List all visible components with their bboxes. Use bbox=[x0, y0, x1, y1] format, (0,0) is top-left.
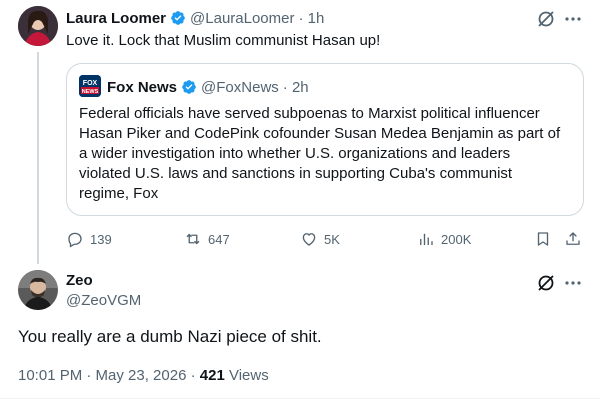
more-options-icon[interactable] bbox=[562, 8, 584, 30]
grok-icon[interactable] bbox=[535, 8, 557, 30]
verified-badge-icon bbox=[170, 10, 186, 26]
divider bbox=[0, 398, 600, 399]
quote-text-line: regime, Fox bbox=[79, 185, 159, 202]
author-name[interactable]: Zeo bbox=[66, 272, 93, 289]
views-button[interactable]: 200K bbox=[417, 229, 471, 249]
repost-icon bbox=[186, 233, 200, 245]
views-count: 421 bbox=[199, 367, 225, 384]
share-button[interactable] bbox=[563, 229, 583, 249]
author-handle[interactable]: @LauraLoomer bbox=[190, 10, 294, 27]
quote-text-line: Federal officials have served subpoenas … bbox=[79, 105, 540, 122]
avatar-zeo[interactable] bbox=[18, 270, 58, 310]
more-options-icon[interactable] bbox=[562, 272, 584, 294]
svg-text:NEWS: NEWS bbox=[82, 89, 99, 95]
avatar-laura-loomer[interactable] bbox=[18, 6, 58, 46]
bookmark-button[interactable] bbox=[533, 229, 553, 249]
views-count: 200K bbox=[441, 231, 472, 247]
quote-author-name[interactable]: Fox News bbox=[107, 79, 177, 96]
heart-icon bbox=[302, 233, 316, 246]
grok-icon[interactable] bbox=[535, 272, 557, 294]
thread-line bbox=[37, 52, 39, 264]
quote-text-line: a wider investigation into whether U.S. … bbox=[79, 145, 511, 162]
repost-button[interactable]: 647 bbox=[184, 229, 230, 249]
like-count: 5K bbox=[324, 231, 340, 247]
timestamp[interactable]: 10:01 PM · May 23, 2026 · bbox=[18, 367, 200, 384]
quote-author-handle[interactable]: @FoxNews bbox=[201, 79, 279, 96]
reply-icon bbox=[68, 232, 82, 248]
fox-news-logo: FOX NEWS bbox=[79, 75, 101, 97]
bookmark-icon bbox=[537, 232, 549, 246]
share-icon bbox=[566, 232, 580, 245]
reply-count: 139 bbox=[90, 231, 112, 247]
like-button[interactable]: 5K bbox=[300, 229, 340, 249]
tweet1-text: Love it. Lock that Muslim communist Hasa… bbox=[66, 32, 381, 49]
tweet-time[interactable]: · 1h bbox=[298, 10, 324, 27]
analytics-icon bbox=[420, 233, 433, 245]
tweet2-meta: 10:01 PM · May 23, 2026 · 421 Views bbox=[18, 367, 269, 384]
tweet1-header: Laura Loomer @LauraLoomer · 1h bbox=[66, 8, 506, 28]
svg-text:FOX: FOX bbox=[83, 80, 98, 87]
repost-count: 647 bbox=[208, 231, 230, 247]
quote-header: Fox News @FoxNews · 2h bbox=[107, 77, 507, 97]
quote-text-line: Hasan Piker and CodePink cofounder Susan… bbox=[79, 125, 561, 142]
quote-time[interactable]: · 2h bbox=[283, 79, 309, 96]
author-name[interactable]: Laura Loomer bbox=[66, 10, 166, 27]
author-handle[interactable]: @ZeoVGM bbox=[66, 292, 141, 309]
quote-text-line: violated U.S. laws and sanctions in supp… bbox=[79, 165, 513, 182]
reply-button[interactable]: 139 bbox=[66, 229, 112, 249]
quote-text: Federal officials have served subpoenas … bbox=[79, 104, 579, 204]
verified-badge-icon bbox=[181, 79, 197, 95]
views-label: Views bbox=[224, 367, 269, 384]
tweet2-text: You really are a dumb Nazi piece of shit… bbox=[18, 327, 322, 346]
